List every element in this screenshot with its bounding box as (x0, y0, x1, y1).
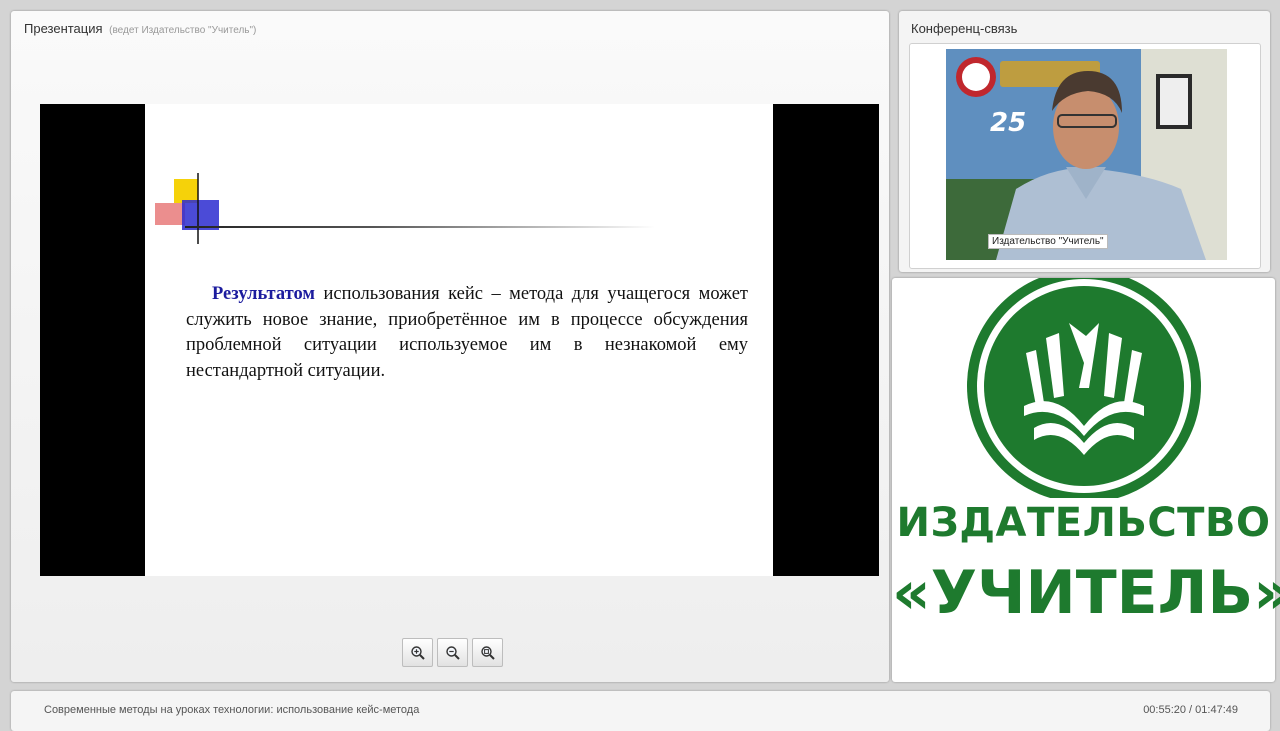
zoom-fit-button[interactable] (472, 638, 503, 667)
playback-timecode: 00:55:20 / 01:47:49 (1143, 704, 1238, 716)
presentation-panel: Презентация (ведет Издательство "Учитель… (11, 11, 889, 682)
conference-title: Конференц-связь (911, 21, 1018, 36)
slide-viewport: Результатом использования кейс – метода … (40, 104, 879, 576)
participant-name-tag: Издательство "Учитель" (988, 234, 1108, 249)
zoom-toolbar (402, 638, 503, 667)
zoom-in-button[interactable] (402, 638, 433, 667)
video-scene: 25 (946, 49, 1227, 260)
publisher-logo-icon (967, 278, 1201, 498)
presentation-title: Презентация (24, 21, 103, 36)
slide-divider-line (185, 226, 655, 228)
publisher-logo-panel: ИЗДАТЕЛЬСТВО «УЧИТЕЛЬ» (892, 278, 1280, 682)
zoom-out-button[interactable] (437, 638, 468, 667)
video-frame: 25 Издательство "Учитель" (909, 43, 1261, 269)
zoom-in-icon (410, 645, 425, 660)
lecture-title: Современные методы на уроках технологии:… (44, 704, 420, 716)
zoom-fit-icon (480, 645, 495, 660)
publisher-logo-text-line2: «УЧИТЕЛЬ» (892, 558, 1280, 628)
publisher-logo-text-line1: ИЗДАТЕЛЬСТВО (896, 500, 1271, 546)
slide-bold-lead: Результатом (212, 284, 315, 304)
slide: Результатом использования кейс – метода … (145, 104, 773, 576)
presentation-header: Презентация (ведет Издательство "Учитель… (24, 21, 256, 36)
slide-text: Результатом использования кейс – метода … (186, 282, 748, 384)
zoom-out-icon (445, 645, 460, 660)
slide-decoration (155, 173, 219, 244)
webcam-video: 25 (946, 49, 1227, 260)
presenter-note: (ведет Издательство "Учитель") (109, 25, 257, 36)
conference-panel: Конференц-связь 25 Издательство "Учитель… (899, 11, 1270, 272)
lecture-info-bar: Современные методы на уроках технологии:… (11, 691, 1270, 731)
svg-text:25: 25 (990, 108, 1026, 138)
